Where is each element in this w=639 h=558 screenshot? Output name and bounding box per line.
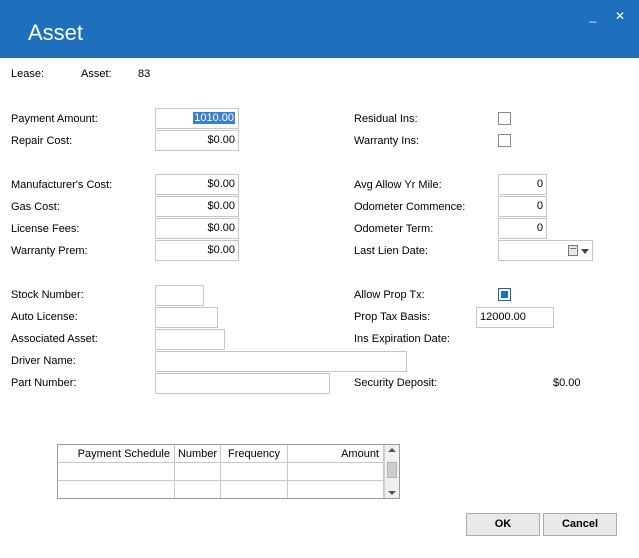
odometer-term-label: Odometer Term: (354, 223, 434, 235)
auto-license-field[interactable] (155, 307, 218, 328)
asset-value: 83 (138, 68, 151, 80)
associated-asset-field[interactable] (155, 329, 225, 350)
driver-name-label: Driver Name: (11, 355, 76, 367)
grid-cell[interactable] (221, 481, 288, 498)
part-number-field[interactable] (155, 373, 330, 394)
repair-cost-field[interactable]: $0.00 (155, 130, 239, 151)
license-fees-field[interactable]: $0.00 (155, 218, 239, 239)
manufacturers-cost-label: Manufacturer's Cost: (11, 179, 113, 191)
grid-scrollbar[interactable] (384, 445, 399, 498)
chevron-down-icon[interactable] (581, 249, 589, 254)
minimize-icon[interactable]: _ (586, 9, 600, 23)
gas-cost-label: Gas Cost: (11, 201, 60, 213)
stock-number-label: Stock Number: (11, 289, 84, 301)
scroll-down-icon[interactable] (388, 491, 396, 495)
warranty-prem-label: Warranty Prem: (11, 245, 88, 257)
avg-allow-yr-mile-field[interactable]: 0 (498, 174, 547, 195)
payment-schedule-grid[interactable]: Payment Schedule Number Frequency Amount (57, 444, 400, 499)
ok-button[interactable]: OK (466, 513, 540, 536)
allow-prop-tx-checkbox[interactable] (498, 288, 511, 301)
last-lien-date-picker[interactable] (498, 240, 593, 261)
driver-name-field[interactable] (155, 351, 407, 372)
grid-cell[interactable] (288, 463, 384, 481)
avg-allow-yr-mile-label: Avg Allow Yr Mile: (354, 179, 442, 191)
grid-cell[interactable] (221, 463, 288, 481)
manufacturers-cost-field[interactable]: $0.00 (155, 174, 239, 195)
grid-cell[interactable] (58, 481, 175, 498)
security-deposit-value: $0.00 (553, 377, 581, 389)
scroll-up-icon[interactable] (388, 448, 396, 452)
ins-expiration-date-label: Ins Expiration Date: (354, 333, 450, 345)
repair-cost-label: Repair Cost: (11, 135, 73, 147)
asset-label: Asset: (81, 68, 112, 80)
gas-cost-field[interactable]: $0.00 (155, 196, 239, 217)
security-deposit-label: Security Deposit: (354, 377, 438, 389)
license-fees-label: License Fees: (11, 223, 80, 235)
allow-prop-tx-label: Allow Prop Tx: (354, 289, 425, 301)
auto-license-label: Auto License: (11, 311, 78, 323)
payment-amount-value: 1010.00 (193, 112, 235, 124)
grid-cell[interactable] (175, 481, 221, 498)
last-lien-date-label: Last Lien Date: (354, 245, 428, 257)
checkbox-checked-mark (501, 291, 508, 298)
cancel-button[interactable]: Cancel (543, 513, 617, 536)
warranty-prem-field[interactable]: $0.00 (155, 240, 239, 261)
column-header-number[interactable]: Number (175, 445, 221, 463)
prop-tax-basis-field[interactable]: 12000.00 (476, 307, 554, 328)
column-header-amount[interactable]: Amount (288, 445, 384, 463)
grid-cell[interactable] (288, 481, 384, 498)
payment-amount-field[interactable]: 1010.00 (155, 108, 239, 129)
grid-cell[interactable] (58, 463, 175, 481)
odometer-commence-field[interactable]: 0 (498, 196, 547, 217)
prop-tax-basis-label: Prop Tax Basis: (354, 311, 431, 323)
odometer-commence-label: Odometer Commence: (354, 201, 466, 213)
window-title: Asset (28, 20, 84, 45)
lease-label: Lease: (11, 68, 45, 80)
column-header-frequency[interactable]: Frequency (221, 445, 288, 463)
calendar-icon[interactable] (568, 245, 578, 256)
close-icon[interactable]: ✕ (613, 9, 627, 23)
warranty-ins-checkbox[interactable] (498, 134, 511, 147)
warranty-ins-label: Warranty Ins: (354, 135, 419, 147)
residual-ins-label: Residual Ins: (354, 113, 418, 125)
scroll-thumb[interactable] (387, 462, 397, 478)
title-bar: Asset _ ✕ (0, 0, 639, 58)
odometer-term-field[interactable]: 0 (498, 218, 547, 239)
stock-number-field[interactable] (155, 285, 204, 306)
payment-amount-label: Payment Amount: (11, 113, 98, 125)
residual-ins-checkbox[interactable] (498, 112, 511, 125)
part-number-label: Part Number: (11, 377, 77, 389)
column-header-payment-schedule[interactable]: Payment Schedule (58, 445, 175, 463)
associated-asset-label: Associated Asset: (11, 333, 98, 345)
grid-cell[interactable] (175, 463, 221, 481)
